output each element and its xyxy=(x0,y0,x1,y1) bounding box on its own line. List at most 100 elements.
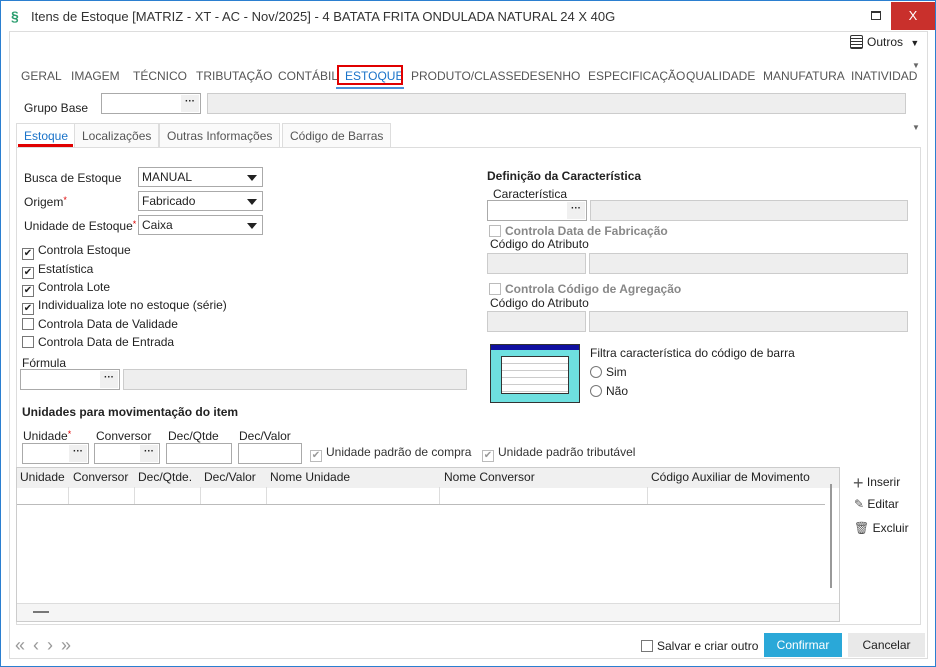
col-conversor[interactable]: Conversor xyxy=(73,470,128,484)
grid-window-icon xyxy=(490,344,580,403)
table-scrollbar[interactable] xyxy=(830,484,832,588)
subtab-outras-informacoes[interactable]: Outras Informações xyxy=(159,123,281,147)
controla-entrada-checkbox[interactable]: Controla Data de Entrada xyxy=(22,335,174,349)
busca-select[interactable]: MANUAL xyxy=(138,167,263,187)
first-record-icon[interactable]: « xyxy=(15,635,33,655)
tab-desenho[interactable]: DESENHO xyxy=(521,69,580,83)
tab-especificacao[interactable]: ESPECIFICAÇÃO xyxy=(588,69,685,83)
codigo-atributo-desc xyxy=(589,253,908,274)
codigo-atributo-input xyxy=(487,253,586,274)
formula-label: Fórmula xyxy=(22,356,67,370)
codigo-atributo2-desc xyxy=(589,311,908,332)
tab-produto-classe[interactable]: PRODUTO/CLASSE xyxy=(411,69,521,83)
lookup-button[interactable]: ··· xyxy=(69,445,87,462)
salvar-criar-outro-checkbox[interactable]: Salvar e criar outro xyxy=(641,639,758,653)
trash-icon: 🗑 xyxy=(854,521,870,535)
nao-radio[interactable]: Não xyxy=(590,384,628,398)
col-divider xyxy=(439,487,440,504)
controla-validade-checkbox[interactable]: Controla Data de Validade xyxy=(22,317,178,331)
cancelar-button[interactable]: Cancelar xyxy=(848,633,925,657)
window: § Itens de Estoque [MATRIZ - XT - AC - N… xyxy=(0,0,936,667)
conversor-input[interactable]: ··· xyxy=(94,443,160,464)
controla-agregacao-checkbox[interactable]: Controla Código de Agregação xyxy=(489,282,681,296)
lookup-button[interactable]: ··· xyxy=(100,371,118,388)
estatistica-checkbox[interactable]: ✔ Estatística xyxy=(22,262,93,279)
dec-valor-label: Dec/Valor xyxy=(239,429,291,443)
tabs-scroll-icon[interactable]: ▼ xyxy=(912,61,920,70)
unidade-estoque-label: Unidade de Estoque* xyxy=(24,219,137,233)
prev-record-icon[interactable]: ‹ xyxy=(33,635,47,655)
col-nome-unidade[interactable]: Nome Unidade xyxy=(270,470,350,484)
grupo-base-label: Grupo Base xyxy=(24,101,89,115)
tab-inatividade[interactable]: INATIVIDAD xyxy=(851,69,917,83)
outros-menu[interactable]: Outros ▼ xyxy=(850,35,919,49)
individualiza-lote-checkbox[interactable]: ✔ Individualiza lote no estoque (série) xyxy=(22,298,227,315)
dec-valor-input[interactable] xyxy=(238,443,302,464)
controla-lote-checkbox[interactable]: ✔ Controla Lote xyxy=(22,280,110,297)
dec-qtde-label: Dec/Qtde xyxy=(168,429,219,443)
padrao-compra-checkbox[interactable]: ✔ Unidade padrão de compra xyxy=(310,445,471,462)
plus-icon: + xyxy=(853,473,864,493)
codigo-atributo-label: Código do Atributo xyxy=(490,237,589,251)
window-title: Itens de Estoque [MATRIZ - XT - AC - Nov… xyxy=(31,9,616,24)
origem-label: Origem* xyxy=(24,195,67,209)
col-dec-valor[interactable]: Dec/Valor xyxy=(204,470,256,484)
col-nome-conversor[interactable]: Nome Conversor xyxy=(444,470,535,484)
subtabs-scroll-icon[interactable]: ▼ xyxy=(912,123,920,132)
tab-contabil[interactable]: CONTÁBIL xyxy=(278,69,338,83)
col-divider xyxy=(266,487,267,504)
col-divider xyxy=(647,487,648,504)
confirmar-button[interactable]: Confirmar xyxy=(764,633,842,657)
grupo-base-desc xyxy=(207,93,906,114)
col-divider xyxy=(68,487,69,504)
record-navigation: «‹›» xyxy=(15,635,79,656)
unidade-input[interactable]: ··· xyxy=(22,443,89,464)
caracteristica-input[interactable]: ··· xyxy=(487,200,587,221)
dec-qtde-input[interactable] xyxy=(166,443,232,464)
maximize-button[interactable] xyxy=(871,11,881,20)
tab-qualidade[interactable]: QUALIDADE xyxy=(686,69,755,83)
close-button[interactable]: X xyxy=(891,2,935,30)
controla-fabricacao-checkbox[interactable]: Controla Data de Fabricação xyxy=(489,224,668,238)
col-divider xyxy=(200,487,201,504)
col-codigo-auxiliar[interactable]: Código Auxiliar de Movimento xyxy=(651,470,810,484)
controla-estoque-checkbox[interactable]: ✔ Controla Estoque xyxy=(22,243,131,260)
list-icon xyxy=(850,35,863,49)
codigo-atributo2-label: Código do Atributo xyxy=(490,296,589,310)
last-record-icon[interactable]: » xyxy=(61,635,79,655)
active-tab-underline xyxy=(336,87,404,89)
sim-radio[interactable]: Sim xyxy=(590,365,627,379)
editar-button[interactable]: ✎ Editar xyxy=(854,497,899,511)
tab-geral[interactable]: GERAL xyxy=(21,69,62,83)
tab-imagem[interactable]: IMAGEM xyxy=(71,69,120,83)
codigo-atributo2-input xyxy=(487,311,586,332)
grupo-base-input[interactable]: ··· xyxy=(101,93,201,114)
next-record-icon[interactable]: › xyxy=(47,635,61,655)
origem-select[interactable]: Fabricado xyxy=(138,191,263,211)
conversor-label: Conversor xyxy=(96,429,152,443)
caracteristica-desc xyxy=(590,200,908,221)
edit-icon: ✎ xyxy=(854,497,865,511)
lookup-button[interactable]: ··· xyxy=(567,202,585,219)
caret-down-icon: ▼ xyxy=(910,38,920,48)
subtab-localizacoes[interactable]: Localizações xyxy=(74,123,160,147)
excluir-button[interactable]: 🗑 Excluir xyxy=(854,521,909,535)
col-divider xyxy=(134,487,135,504)
collapse-icon[interactable] xyxy=(33,611,49,613)
inserir-button[interactable]: + Inserir xyxy=(853,473,900,494)
col-dec-qtde[interactable]: Dec/Qtde. xyxy=(138,470,192,484)
units-table xyxy=(16,467,840,622)
formula-input[interactable]: ··· xyxy=(20,369,120,390)
lookup-button[interactable]: ··· xyxy=(181,95,199,112)
unidade-estoque-select[interactable]: Caixa xyxy=(138,215,263,235)
tab-tributacao[interactable]: TRIBUTAÇÃO xyxy=(196,69,272,83)
padrao-tributavel-checkbox[interactable]: ✔ Unidade padrão tributável xyxy=(482,445,635,462)
busca-label: Busca de Estoque xyxy=(24,171,122,185)
tab-tecnico[interactable]: TÉCNICO xyxy=(133,69,187,83)
formula-desc xyxy=(123,369,467,390)
subtab-codigo-barras[interactable]: Código de Barras xyxy=(282,123,392,147)
tab-manufatura[interactable]: MANUFATURA xyxy=(763,69,845,83)
active-tab-highlight xyxy=(337,65,403,85)
col-unidade[interactable]: Unidade xyxy=(20,470,65,484)
lookup-button[interactable]: ··· xyxy=(140,445,158,462)
